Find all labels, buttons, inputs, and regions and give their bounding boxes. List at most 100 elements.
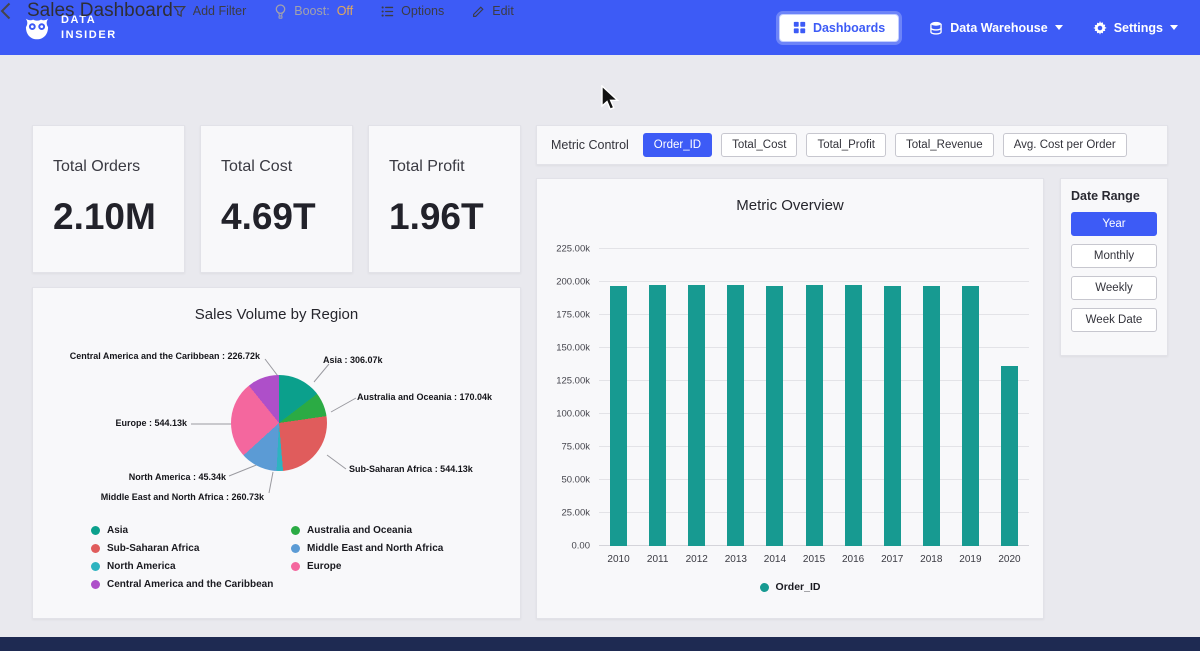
add-filter-button[interactable]: Add Filter: [173, 4, 247, 18]
pie-chart-title: Sales Volume by Region: [33, 288, 520, 323]
pencil-icon: [472, 5, 485, 18]
bar-column-2010: 2010: [599, 249, 638, 546]
bar-chart-card: Metric Overview 0.0025.00k50.00k75.00k10…: [536, 178, 1044, 619]
date-range-button-weekly[interactable]: Weekly: [1071, 276, 1157, 300]
edit-button[interactable]: Edit: [472, 4, 514, 18]
bar-2018: [923, 286, 940, 546]
pie-legend-item-north-america: North America: [91, 561, 291, 572]
bar-2011: [649, 285, 666, 546]
pie-legend-label: Sub-Saharan Africa: [107, 543, 199, 554]
date-range-button-monthly[interactable]: Monthly: [1071, 244, 1157, 268]
pie-chart-card: Sales Volume by Region Asia : 306.07kAus…: [32, 287, 521, 619]
add-filter-label: Add Filter: [193, 4, 247, 18]
x-axis-tick-label: 2010: [607, 554, 629, 565]
pie-legend-label: Central America and the Caribbean: [107, 579, 273, 590]
dashboards-button[interactable]: Dashboards: [779, 14, 899, 42]
bar-chart-legend: Order_ID: [537, 581, 1043, 593]
chevron-down-icon: [1055, 25, 1063, 30]
date-range-panel: Date Range YearMonthlyWeeklyWeek Date: [1060, 178, 1168, 356]
pie-legend-item-middle-east-and-north-africa: Middle East and North Africa: [291, 543, 491, 554]
kpi-value: 2.10M: [53, 196, 164, 238]
bar-column-2011: 2011: [638, 249, 677, 546]
bar-series: 2010201120122013201420152016201720182019…: [599, 249, 1029, 546]
y-axis-tick-label: 225.00k: [556, 244, 590, 255]
metric-button-avg-cost-per-order[interactable]: Avg. Cost per Order: [1003, 133, 1127, 157]
boost-icon: [274, 4, 287, 19]
date-range-button-year[interactable]: Year: [1071, 212, 1157, 236]
x-axis-tick-label: 2011: [647, 554, 669, 565]
pie-legend-label: Middle East and North Africa: [307, 543, 443, 554]
footer-bar: [0, 637, 1200, 651]
x-axis-tick-label: 2017: [881, 554, 903, 565]
bar-column-2016: 2016: [834, 249, 873, 546]
metric-control-buttons: Order_ID Total_Cost Total_Profit Total_Reve…: [643, 133, 1127, 157]
bar-2010: [610, 286, 627, 546]
y-axis-tick-label: 75.00k: [561, 442, 590, 453]
boost-label: Boost:: [294, 4, 329, 18]
pie-legend-item-central-america-and-the-caribbean: Central America and the Caribbean: [91, 579, 291, 590]
kpi-value: 1.96T: [389, 196, 500, 238]
filter-icon: [173, 5, 186, 18]
settings-menu[interactable]: Settings: [1093, 21, 1178, 35]
bar-2014: [766, 286, 783, 546]
x-axis-tick-label: 2013: [725, 554, 747, 565]
bar-legend-dot: [760, 583, 769, 592]
legend-dot: [91, 562, 100, 571]
x-axis-tick-label: 2020: [998, 554, 1020, 565]
database-icon: [929, 21, 943, 35]
dashboards-label: Dashboards: [813, 21, 885, 35]
bar-2017: [884, 286, 901, 546]
x-axis-tick-label: 2014: [764, 554, 786, 565]
app-name-line2: INSIDER: [61, 28, 117, 43]
options-label: Options: [401, 4, 444, 18]
pie-legend-item-australia-and-oceania: Australia and Oceania: [291, 525, 491, 536]
y-axis-tick-label: 125.00k: [556, 376, 590, 387]
bar-column-2015: 2015: [794, 249, 833, 546]
y-axis-tick-label: 150.00k: [556, 343, 590, 354]
pie-slice-label-asia: Asia : 306.07k: [323, 355, 383, 365]
pie-legend-label: Europe: [307, 561, 341, 572]
pie-area: Asia : 306.07kAustralia and Oceania : 17…: [33, 333, 522, 511]
x-axis-tick-label: 2016: [842, 554, 864, 565]
pie-legend-label: Asia: [107, 525, 128, 536]
legend-dot: [291, 562, 300, 571]
bar-2016: [845, 285, 862, 546]
app-window: DATA INSIDER Dashboards: [0, 0, 1200, 651]
boost-toggle[interactable]: Boost: Off: [274, 4, 353, 19]
legend-dot: [291, 544, 300, 553]
date-range-button-week-date[interactable]: Week Date: [1071, 308, 1157, 332]
list-icon: [381, 5, 394, 18]
pie-legend-label: Australia and Oceania: [307, 525, 412, 536]
legend-dot: [91, 580, 100, 589]
navbar-right: Dashboards Data Warehouse: [779, 14, 1178, 42]
legend-dot: [91, 544, 100, 553]
mouse-cursor: [600, 85, 620, 118]
bar-chart-title: Metric Overview: [537, 179, 1043, 214]
kpi-card-total-cost: Total Cost4.69T: [200, 125, 353, 273]
bar-column-2013: 2013: [716, 249, 755, 546]
options-button[interactable]: Options: [381, 4, 444, 18]
pie-slice-label-europe: Europe : 544.13k: [115, 418, 187, 428]
bar-2013: [727, 285, 744, 546]
metric-button-total-profit[interactable]: Total_Profit: [806, 133, 886, 157]
metric-control-label: Metric Control: [551, 138, 629, 152]
metric-button-total-cost[interactable]: Total_Cost: [721, 133, 797, 157]
data-warehouse-menu[interactable]: Data Warehouse: [929, 21, 1062, 35]
y-axis-tick-label: 175.00k: [556, 310, 590, 321]
x-axis-tick-label: 2019: [959, 554, 981, 565]
page-title: Sales Dashboard: [27, 0, 173, 22]
pie-slice-label-central-america-and-the-caribbean: Central America and the Caribbean : 226.…: [70, 351, 260, 361]
back-button[interactable]: [0, 2, 11, 20]
edit-label: Edit: [492, 4, 514, 18]
chevron-down-icon: [1170, 25, 1178, 30]
bar-2012: [688, 285, 705, 547]
date-range-buttons: Year Monthly Weekly Week Date: [1071, 212, 1157, 332]
metric-button-total-revenue[interactable]: Total_Revenue: [895, 133, 994, 157]
pie-legend-column: Australia and Oceania Middle East and Nor…: [291, 525, 491, 597]
metric-button-order-id[interactable]: Order_ID: [643, 133, 712, 157]
pie-slice-label-middle-east-and-north-africa: Middle East and North Africa : 260.73k: [101, 492, 264, 502]
gear-icon: [1093, 21, 1107, 35]
pie-legend-item-europe: Europe: [291, 561, 491, 572]
bar-column-2012: 2012: [677, 249, 716, 546]
metric-control-bar: Metric Control Order_ID Total_Cost Total_P…: [536, 125, 1168, 165]
